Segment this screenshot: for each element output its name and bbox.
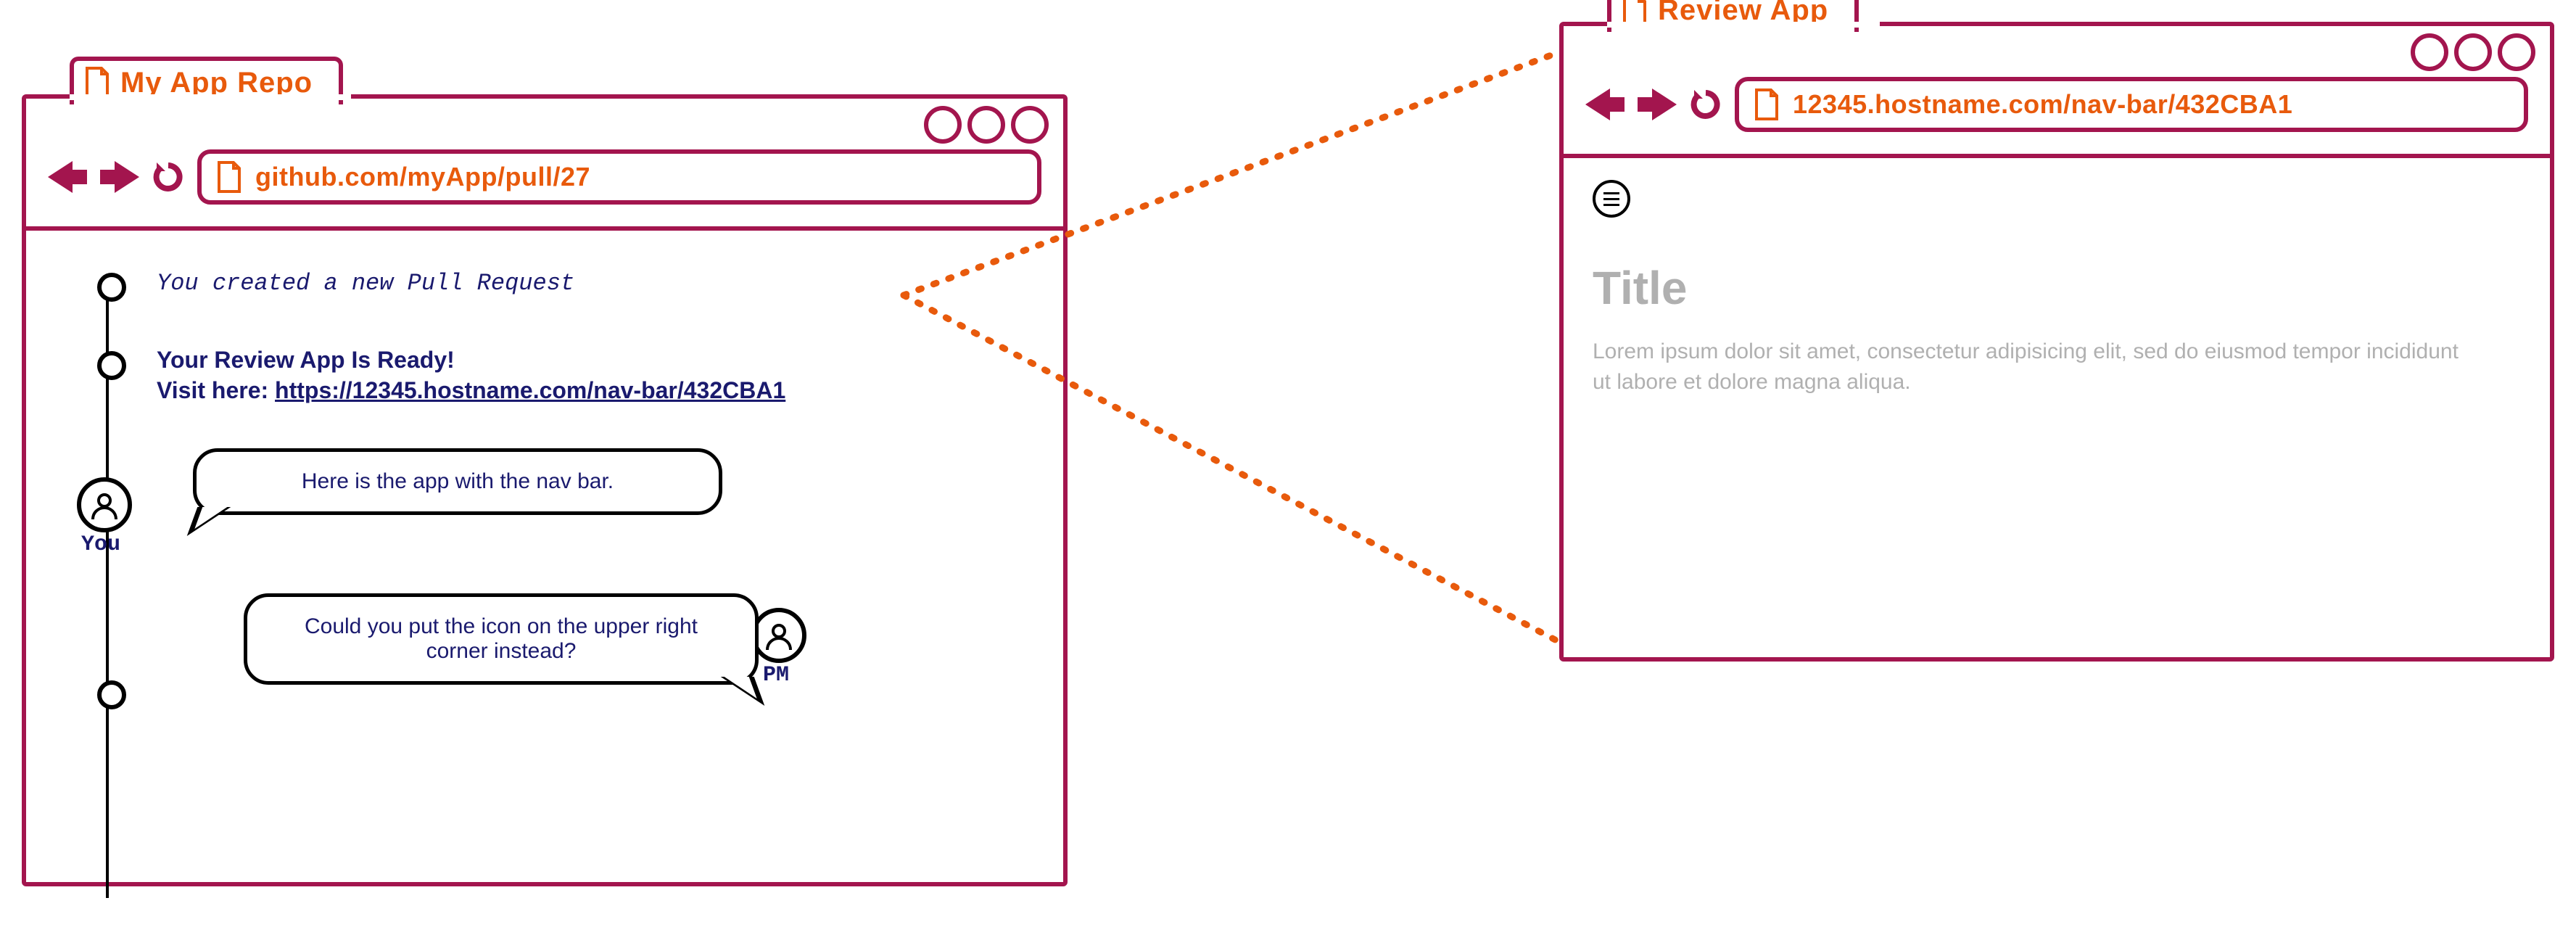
window-control-dot[interactable] <box>967 106 1005 144</box>
window-control-dot[interactable] <box>924 106 962 144</box>
avatar-pm-label: PM <box>763 663 789 688</box>
pr-created-text: You created a new Pull Request <box>157 270 574 297</box>
url-text: github.com/myApp/pull/27 <box>255 162 590 192</box>
repo-browser-window: My App Repo github.com/myApp/pull/27 You… <box>22 94 1068 886</box>
reload-button[interactable] <box>1690 88 1722 120</box>
forward-button[interactable] <box>1638 88 1677 120</box>
review-app-content: Title Lorem ipsum dolor sit amet, consec… <box>1564 158 2550 419</box>
hamburger-menu-icon[interactable] <box>1593 180 1630 218</box>
ready-heading: Your Review App Is Ready! <box>157 345 785 376</box>
window-control-dot[interactable] <box>2498 33 2535 71</box>
forward-button[interactable] <box>100 161 139 193</box>
timeline-node <box>97 680 126 709</box>
window-control-dot[interactable] <box>1011 106 1049 144</box>
review-app-ready: Your Review App Is Ready! Visit here: ht… <box>157 345 785 405</box>
url-bar[interactable]: github.com/myApp/pull/27 <box>197 149 1041 205</box>
back-button[interactable] <box>1585 88 1625 120</box>
visit-prefix: Visit here: <box>157 377 275 403</box>
window-controls <box>924 106 1049 144</box>
avatar-you <box>77 477 132 532</box>
timeline-node <box>97 273 126 302</box>
comment-bubble-pm: Could you put the icon on the upper righ… <box>244 593 759 685</box>
reload-button[interactable] <box>152 161 184 193</box>
back-button[interactable] <box>48 161 87 193</box>
placeholder-body: Lorem ipsum dolor sit amet, consectetur … <box>1593 337 2463 397</box>
avatar-you-label: You <box>81 532 120 557</box>
review-app-window: Review App 12345.hostname.com/nav-bar/43… <box>1559 22 2554 662</box>
review-app-link[interactable]: https://12345.hostname.com/nav-bar/432CB… <box>275 377 785 403</box>
pr-content: You created a new Pull Request Your Revi… <box>26 231 1063 927</box>
comment-bubble-you: Here is the app with the nav bar. <box>193 448 722 515</box>
window-control-dot[interactable] <box>2454 33 2492 71</box>
url-text: 12345.hostname.com/nav-bar/432CBA1 <box>1793 89 2292 120</box>
comment-pm-text: Could you put the icon on the upper righ… <box>305 614 698 663</box>
browser-toolbar: github.com/myApp/pull/27 <box>26 99 1063 231</box>
document-icon <box>216 161 242 193</box>
avatar-pm <box>751 608 806 663</box>
url-bar[interactable]: 12345.hostname.com/nav-bar/432CBA1 <box>1735 77 2528 132</box>
comment-you-text: Here is the app with the nav bar. <box>302 469 614 493</box>
window-control-dot[interactable] <box>2411 33 2448 71</box>
browser-toolbar: 12345.hostname.com/nav-bar/432CBA1 <box>1564 26 2550 158</box>
placeholder-title: Title <box>1593 261 2521 315</box>
window-controls <box>2411 33 2535 71</box>
document-icon <box>1754 88 1780 120</box>
timeline-node <box>97 351 126 380</box>
